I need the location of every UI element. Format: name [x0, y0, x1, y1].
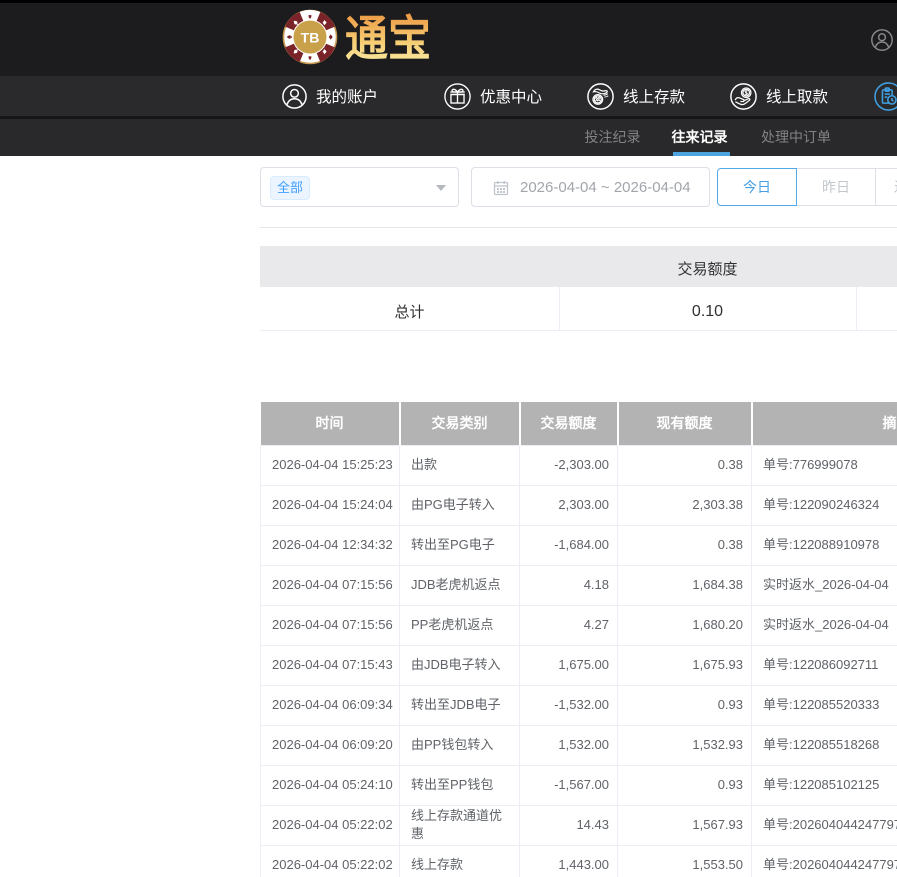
svg-text:TB: TB [301, 30, 320, 46]
svg-text:通宝: 通宝 [345, 13, 431, 66]
